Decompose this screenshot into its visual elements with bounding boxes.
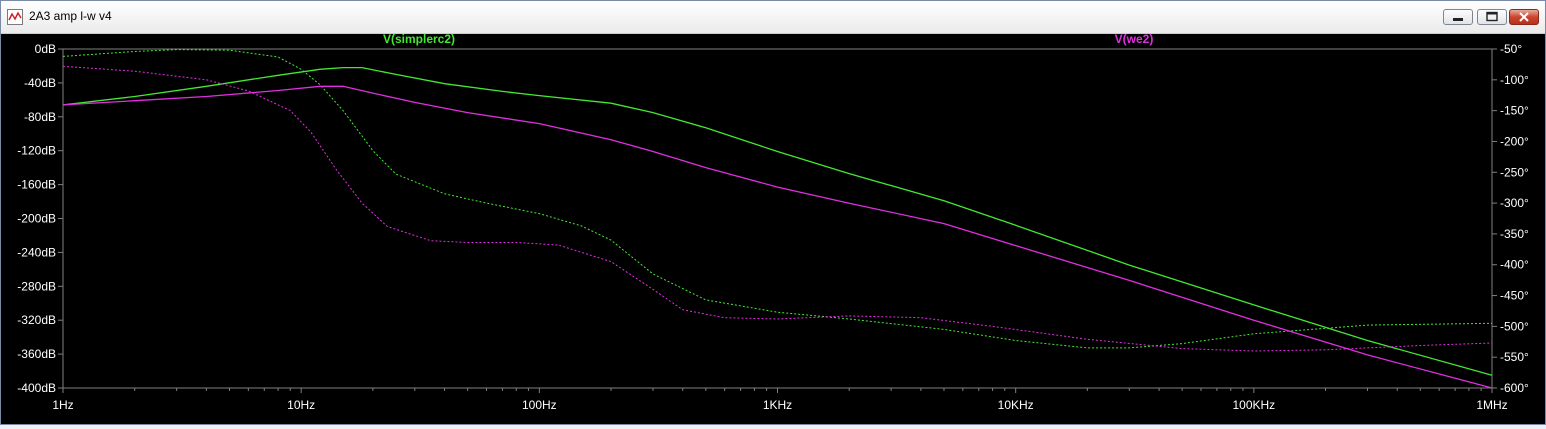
y-left-tick-label: -40dB	[24, 76, 56, 90]
y-right-tick-label: -450°	[1500, 289, 1529, 303]
y-left-tick-label: -400dB	[17, 381, 56, 395]
y-right-tick-label: -550°	[1500, 350, 1529, 364]
minimize-icon	[1453, 18, 1463, 21]
trace-simplerc2-magnitude	[62, 66, 1493, 376]
x-tick-label: 10Hz	[287, 398, 315, 412]
maximize-button[interactable]	[1477, 9, 1507, 25]
close-icon	[1519, 12, 1529, 22]
y-left-tick-label: -280dB	[17, 279, 56, 293]
y-right-tick-label: -50°	[1500, 42, 1522, 56]
x-tick-label: 1KHz	[763, 398, 792, 412]
y-right-tick-label: -100°	[1500, 73, 1529, 87]
bode-plot: 1Hz 10Hz 100Hz 1KHz 10KHz 100KHz 1MHz 0dB -40dB -…	[17, 32, 1529, 412]
y-left-tick-label: -200dB	[17, 212, 56, 226]
maximize-icon	[1486, 11, 1498, 22]
waveform-app-icon	[7, 9, 23, 25]
x-tick-label: 100KHz	[1232, 398, 1275, 412]
y-right-tick-label: -150°	[1500, 104, 1529, 118]
y-right-tick-label: -250°	[1500, 165, 1529, 179]
y-left-tick-label: -360dB	[17, 347, 56, 361]
trace-simplerc2-phase	[62, 49, 1493, 349]
y-right-tick-label: -400°	[1500, 258, 1529, 272]
y-right-tick-label: -500°	[1500, 319, 1529, 333]
plot-border	[62, 48, 1493, 389]
x-tick-label: 1Hz	[52, 398, 73, 412]
app-window: 2A3 amp l-w v4 1Hz 10Hz 100Hz 1KHz 10KHz 100K…	[0, 0, 1546, 425]
y-left-tick-label: -240dB	[17, 245, 56, 259]
axis-labels: 1Hz 10Hz 100Hz 1KHz 10KHz 100KHz 1MHz 0dB -40dB -…	[17, 42, 1529, 412]
y-right-tick-label: -600°	[1500, 381, 1529, 395]
trace-we2-magnitude	[62, 85, 1493, 389]
y-right-tick-label: -350°	[1500, 227, 1529, 241]
minimize-button[interactable]	[1443, 9, 1473, 25]
y-left-tick-label: -160dB	[17, 178, 56, 192]
plot-frame	[58, 48, 1497, 393]
y-right-tick-label: -300°	[1500, 196, 1529, 210]
legend-simplerc2[interactable]: V(simplerc2)	[383, 32, 455, 46]
close-button[interactable]	[1509, 9, 1539, 25]
legend-we2[interactable]: V(we2)	[1115, 32, 1154, 46]
y-left-tick-label: -80dB	[24, 110, 56, 124]
x-tick-label: 1MHz	[1476, 398, 1507, 412]
y-left-tick-label: 0dB	[35, 42, 56, 56]
window-title: 2A3 amp l-w v4	[29, 9, 112, 23]
plot-traces	[62, 49, 1493, 389]
trace-we2-phase	[62, 65, 1493, 352]
x-tick-label: 10KHz	[998, 398, 1034, 412]
title-bar[interactable]: 2A3 amp l-w v4	[1, 1, 1545, 34]
plot-area[interactable]: 1Hz 10Hz 100Hz 1KHz 10KHz 100KHz 1MHz 0dB -40dB -…	[1, 32, 1545, 424]
y-right-tick-label: -200°	[1500, 134, 1529, 148]
y-left-tick-label: -120dB	[17, 144, 56, 158]
y-left-tick-label: -320dB	[17, 313, 56, 327]
x-tick-label: 100Hz	[522, 398, 557, 412]
